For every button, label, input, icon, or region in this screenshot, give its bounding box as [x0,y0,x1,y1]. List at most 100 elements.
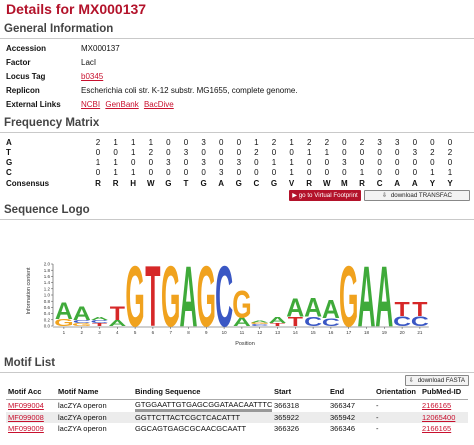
freq-row-g: G 1 1 0 0 3 0 3 0 3 0 1 1 0 0 3 0 0 0 0 0 0 [0,158,474,168]
matrix-cell: 1 [289,168,294,177]
matrix-cell: Y [429,179,436,188]
sequence-logo-heading: Sequence Logo [4,204,90,216]
logo-letter-a: A [269,315,287,325]
logo-x-tick-label: 4 [116,330,119,335]
matrix-cell: 0 [95,148,101,157]
end: 365942 [328,411,374,423]
logo-x-tick-label: 21 [417,330,423,335]
logo-letter-a: A [180,250,198,345]
ncbi-link[interactable]: NCBI [81,100,100,109]
matrix-cell: V [288,179,295,188]
logo-y-tick-label: 1.2 [44,286,51,291]
logo-x-tick-label: 20 [400,330,406,335]
matrix-cell: 1 [95,158,101,167]
matrix-cell: 0 [289,148,294,157]
col-motif-name: Motif Name [56,385,133,400]
matrix-cell: 1 [306,148,312,157]
matrix-cell: 0 [254,168,259,177]
matrix-cell: W [147,179,155,188]
matrix-cell: 3 [201,138,206,147]
logo-letter-a: A [286,294,304,322]
matrix-cell: G [270,179,278,188]
logo-x-tick-label: 16 [328,330,334,335]
virtual-footprint-button[interactable]: ▶ go to Virtual Footprint [289,190,361,201]
start: 366326 [274,423,300,433]
matrix-cell: 0 [95,168,101,177]
genbank-link[interactable]: GenBank [105,100,138,109]
col-start: Start [272,385,328,400]
logo-letter-g: G [339,250,358,345]
matrix-cell: T [183,179,189,188]
matrix-cell: Y [447,179,453,188]
start: 365922 [272,411,328,423]
matrix-cell: 3 [166,158,171,167]
factor-label: Factor [6,58,31,67]
col-motif-acc: Motif Acc [6,385,56,400]
logo-y-tick-label: 1.4 [44,280,51,285]
logo-y-tick-label: 0.8 [44,299,51,304]
motif-acc-link[interactable]: MF099009 [8,424,44,433]
pubmed-link[interactable]: 2166165 [422,424,451,433]
col-orientation: Orientation [374,385,420,400]
matrix-cell: 0 [201,148,206,157]
logo-letter-a: A [304,294,322,323]
sequence-scrollbar[interactable] [135,408,272,412]
matrix-cell: 0 [447,138,453,147]
logo-x-tick-label: 11 [240,330,245,335]
download-icon: ⇩ [408,378,414,384]
matrix-cell: H [130,179,137,188]
download-fasta-label: download FASTA [417,377,466,384]
logo-y-tick-label: 0.6 [44,305,51,310]
matrix-cell: 3 [236,158,242,167]
matrix-cell: 0 [271,168,277,177]
table-row: MF099008 lacZYA operon GGTTCTTACTCGCTCAC… [6,411,468,423]
matrix-cell: 0 [306,168,312,177]
pubmed-link[interactable]: 2166165 [422,401,451,410]
matrix-cell: 1 [130,168,136,177]
matrix-cell: 0 [359,158,365,167]
logo-letter-g: G [161,250,180,345]
locus-tag-link[interactable]: b0345 [81,72,103,81]
replicon-value: Escherichia coli str. K-12 substr. MG165… [81,86,298,95]
accession-label: Accession [6,44,47,53]
logo-letter-a: A [375,250,393,345]
matrix-cell: 0 [342,138,347,147]
pubmed-link[interactable]: 12065400 [422,413,455,422]
matrix-cell: 0 [201,168,206,177]
logo-x-tick-label: 14 [293,330,299,335]
logo-x-tick-label: 3 [98,330,101,335]
table-row: MF099004 lacZYA operon GTGGAATTGTGAGCGGA… [6,399,468,412]
matrix-cell: 0 [166,148,171,157]
matrix-cell: 3 [342,158,347,167]
matrix-cell: 0 [412,158,418,167]
logo-letter-g: G [197,250,216,345]
logo-letter-t: T [110,302,126,324]
matrix-cell: 1 [271,158,277,167]
motif-acc-link[interactable]: MF099008 [8,413,44,422]
binding-sequence: GGTTCTTACTCGCTCACATTT [133,411,272,423]
logo-x-tick-label: 13 [275,330,281,335]
matrix-cell: 0 [359,148,365,157]
sequence-logo-chart: 0.00.20.40.60.81.01.21.41.61.82.01 2 3 4 5 6 7… [26,250,429,347]
freq-row-a: A 2 1 1 1 0 0 3 0 0 1 2 1 2 2 0 2 3 3 0 0 0 [0,138,474,148]
matrix-cell: 2 [306,138,312,147]
matrix-cell: 0 [236,148,242,157]
orientation: - [376,401,379,410]
matrix-cell: 0 [183,138,189,147]
matrix-cell: 1 [113,168,118,177]
motif-table: Motif Acc Motif Name Binding Sequence St… [6,385,468,434]
matrix-cell: 1 [359,168,365,177]
matrix-cell: 3 [183,148,189,157]
matrix-cell: R [112,179,119,188]
bacdive-link[interactable]: BacDive [144,100,174,109]
matrix-cell: 1 [130,138,136,147]
arrow-circle-icon: ▶ [292,192,297,199]
download-icon: ⇩ [382,193,388,199]
motif-acc-link[interactable]: MF099004 [8,401,44,410]
matrix-cell: 3 [394,138,400,147]
download-transfac-label: download TRANSFAC [390,192,452,199]
download-transfac-button[interactable]: ⇩ download TRANSFAC [364,190,470,201]
matrix-cell: 1 [324,148,330,157]
matrix-cell: C [376,179,383,188]
matrix-cell: 2 [95,138,101,147]
